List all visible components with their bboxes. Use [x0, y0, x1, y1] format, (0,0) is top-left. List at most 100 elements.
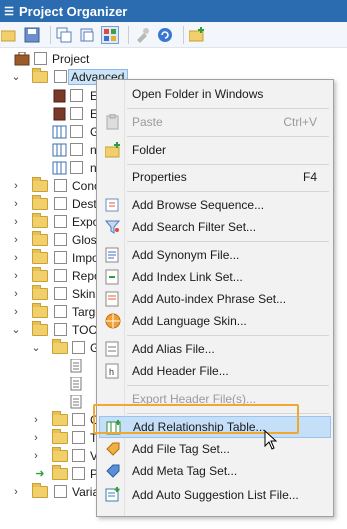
checkbox[interactable]	[54, 251, 67, 264]
meta-tag-icon	[105, 463, 121, 479]
menu-item-add-meta-tag-set[interactable]: Add Meta Tag Set...	[99, 460, 331, 482]
folder-icon	[52, 429, 68, 444]
menu-item-folder[interactable]: Folder	[99, 139, 331, 161]
checkbox[interactable]	[70, 161, 83, 174]
chevron-right-icon[interactable]: ›	[10, 303, 22, 321]
checkbox[interactable]	[70, 89, 83, 102]
menu-item-label: Add Auto Suggestion List File...	[132, 488, 299, 502]
paste-icon	[105, 114, 121, 130]
refresh-icon[interactable]	[156, 26, 174, 44]
folder-icon	[32, 68, 48, 83]
chevron-down-icon[interactable]: ⌄	[10, 68, 22, 86]
copy-icon[interactable]	[55, 26, 73, 44]
chevron-right-icon[interactable]: ›	[10, 177, 22, 195]
folder-icon	[32, 303, 48, 318]
menu-item-add-language-skin[interactable]: Add Language Skin...	[99, 310, 331, 332]
context-menu: Open Folder in Windows Paste Ctrl+V Fold…	[96, 79, 334, 517]
menu-item-label: Add Alias File...	[132, 342, 215, 356]
folder-icon	[52, 447, 68, 462]
menu-item-label: Folder	[132, 143, 167, 157]
checkbox[interactable]	[34, 52, 47, 65]
menu-item-shortcut: Ctrl+V	[283, 115, 317, 129]
search-filter-icon	[105, 219, 121, 235]
checkbox[interactable]	[72, 467, 85, 480]
checkbox[interactable]	[54, 70, 67, 83]
checkbox[interactable]	[72, 431, 85, 444]
folder-icon	[32, 177, 48, 192]
checkbox[interactable]	[54, 179, 67, 192]
toolbar-separator	[50, 25, 51, 44]
menu-item-add-index-link-set[interactable]: Add Index Link Set...	[99, 266, 331, 288]
chevron-right-icon[interactable]: ›	[10, 213, 22, 231]
menu-item-add-alias-file[interactable]: Add Alias File...	[99, 338, 331, 360]
chevron-right-icon[interactable]: ›	[30, 447, 42, 465]
menu-item-add-auto-suggestion-list-file[interactable]: Add Auto Suggestion List File...	[99, 484, 331, 506]
menu-item-label: Add Browse Sequence...	[132, 198, 265, 212]
chevron-down-icon[interactable]: ⌄	[10, 321, 22, 339]
auto-suggestion-icon	[105, 487, 121, 503]
menu-item-add-file-tag-set[interactable]: Add File Tag Set...	[99, 438, 331, 460]
checkbox[interactable]	[72, 449, 85, 462]
file-tag-icon	[105, 441, 121, 457]
chevron-right-icon[interactable]: ›	[30, 429, 42, 447]
new-folder-icon	[105, 142, 121, 158]
checkbox[interactable]	[54, 323, 67, 336]
menu-separator	[127, 164, 329, 165]
checkbox[interactable]	[54, 269, 67, 282]
menu-item-label: Add Index Link Set...	[132, 270, 243, 284]
chevron-down-icon[interactable]: ⌄	[30, 339, 42, 357]
chevron-right-icon[interactable]: ›	[10, 267, 22, 285]
checkbox[interactable]	[70, 143, 83, 156]
tree-label: Project	[52, 52, 90, 66]
menu-item-add-header-file[interactable]: h Add Header File...	[99, 360, 331, 382]
tree-label: Impo	[72, 251, 99, 265]
menu-item-add-auto-index-phrase-set[interactable]: Add Auto-index Phrase Set...	[99, 288, 331, 310]
toolbar-separator	[183, 25, 184, 44]
chevron-right-icon[interactable]: ›	[10, 249, 22, 267]
checkbox[interactable]	[54, 197, 67, 210]
table-icon	[52, 125, 68, 139]
menu-item-open-folder[interactable]: Open Folder in Windows	[99, 83, 331, 105]
folder-icon	[32, 321, 48, 336]
checkbox[interactable]	[54, 233, 67, 246]
menu-item-paste[interactable]: Paste Ctrl+V	[99, 111, 331, 133]
view-options-icon[interactable]	[101, 25, 119, 44]
menu-item-label: Add Search Filter Set...	[132, 220, 257, 234]
checkbox[interactable]	[70, 107, 83, 120]
save-icon[interactable]	[23, 26, 41, 44]
menu-item-shortcut: F4	[302, 170, 317, 184]
folder-icon	[52, 465, 68, 480]
toolbar	[0, 22, 347, 48]
chevron-right-icon[interactable]: ›	[30, 411, 42, 429]
menu-separator	[127, 241, 329, 242]
menu-item-add-search-filter-set[interactable]: Add Search Filter Set...	[99, 216, 331, 238]
add-folder-icon[interactable]	[188, 26, 206, 44]
tool-disabled-icon[interactable]	[133, 26, 151, 44]
folder-icon	[32, 213, 48, 228]
checkbox[interactable]	[70, 125, 83, 138]
alias-icon	[105, 341, 121, 357]
checkbox[interactable]	[54, 215, 67, 228]
chevron-right-icon[interactable]: ›	[10, 195, 22, 213]
menu-icon[interactable]: ☰	[2, 5, 16, 18]
menu-item-add-browse-sequence[interactable]: Add Browse Sequence...	[99, 194, 331, 216]
menu-item-properties[interactable]: Properties F4	[99, 166, 331, 188]
folder-icon	[32, 285, 48, 300]
checkbox[interactable]	[54, 287, 67, 300]
menu-item-label: Add Synonym File...	[132, 248, 240, 262]
checkbox[interactable]	[54, 305, 67, 318]
chevron-right-icon[interactable]: ›	[10, 285, 22, 303]
menu-separator	[127, 191, 329, 192]
duplicate-icon[interactable]	[78, 26, 96, 44]
menu-item-label: Paste	[132, 115, 163, 129]
folder-icon	[32, 249, 48, 264]
menu-item-label: Open Folder in Windows	[132, 87, 264, 101]
open-folder-icon[interactable]	[0, 26, 18, 44]
menu-item-label: Add Meta Tag Set...	[132, 464, 238, 478]
checkbox[interactable]	[54, 485, 67, 498]
checkbox[interactable]	[72, 341, 85, 354]
chevron-right-icon[interactable]: ›	[10, 231, 22, 249]
menu-item-add-synonym-file[interactable]: Add Synonym File...	[99, 244, 331, 266]
chevron-right-icon[interactable]: ›	[10, 483, 22, 501]
checkbox[interactable]	[72, 413, 85, 426]
